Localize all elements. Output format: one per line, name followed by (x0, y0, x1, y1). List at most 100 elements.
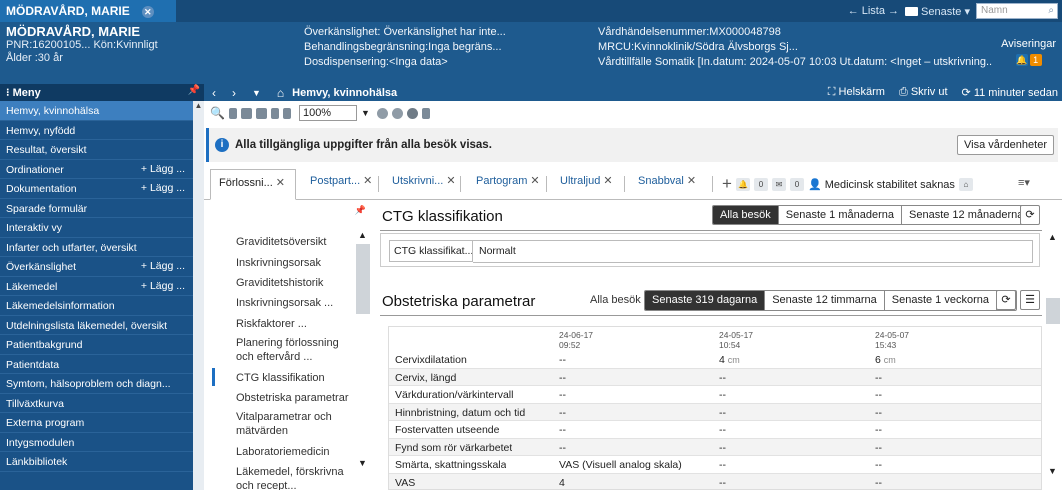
scroll-up-icon[interactable]: ▲ (193, 101, 204, 112)
close-icon[interactable]: ✕ (446, 175, 455, 187)
nav-item[interactable]: Obstetriska parametrar (236, 391, 354, 405)
bell-icon[interactable]: 🔔 (735, 177, 750, 191)
home-icon[interactable]: ⌂ (277, 86, 284, 100)
stability-status[interactable]: 👤 Medicinsk stabilitet saknas (808, 178, 955, 191)
nav-item[interactable]: Riskfaktorer ... (236, 317, 354, 331)
chevron-down-icon[interactable]: ▼ (361, 105, 373, 121)
scroll-thumb[interactable] (356, 244, 370, 314)
zoom-in-icon[interactable] (270, 107, 279, 119)
sidebar-item-patientdata[interactable]: Patientdata (0, 355, 193, 374)
filter-319-days[interactable]: Senaste 319 dagarna (645, 291, 765, 310)
print-icon[interactable] (240, 107, 252, 119)
sidebar-item-lankbibliotek[interactable]: Länkbibliotek (0, 452, 193, 472)
sidebar-item-externa-program[interactable]: Externa program (0, 413, 193, 433)
add-button[interactable]: + Lägg ... (141, 280, 185, 292)
care-occasion[interactable]: Vårdtillfälle Somatik [In.datum: 2024-05… (598, 55, 993, 70)
zoom-select[interactable]: 100% (298, 105, 357, 121)
sidebar-item-dokumentation[interactable]: Dokumentation + Lägg ... (0, 179, 193, 199)
print-button[interactable]: ⎙ Skriv ut (899, 86, 948, 99)
sidebar-item-interaktiv-vy[interactable]: Interaktiv vy (0, 218, 193, 238)
section-nav-scrollbar[interactable]: ▲ ▼ (356, 228, 370, 490)
tab-forlossning[interactable]: Förlossni... ✕ (210, 169, 296, 200)
inbox-icon[interactable]: ✉ (771, 177, 786, 191)
fullscreen-button[interactable]: ⛶ Helskärm (828, 86, 885, 99)
pin-icon[interactable]: 📌 (188, 85, 200, 96)
circle-icon[interactable] (406, 107, 418, 119)
sidebar-item-utdelningslista[interactable]: Utdelningslista läkemedel, översikt (0, 316, 193, 335)
nav-item[interactable]: Inskrivningsorsak (236, 256, 354, 270)
chevron-down-icon[interactable]: ▼ (358, 458, 367, 468)
filter-12-hours[interactable]: Senaste 12 timmarna (764, 291, 884, 310)
tab-menu-icon[interactable]: ≡▾ (1018, 176, 1030, 198)
nav-item[interactable]: Graviditetsöversikt (236, 235, 354, 249)
close-icon[interactable]: ✕ (603, 175, 612, 187)
notifications[interactable]: Aviseringar 🔔 1 (1001, 38, 1056, 66)
nav-item[interactable]: Läkemedel, förskrivna och recept... (236, 465, 354, 490)
filter-1-month[interactable]: Senaste 1 månaderna (777, 206, 902, 224)
tab-snabbval[interactable]: Snabbval ✕ (638, 174, 696, 196)
home-small-icon[interactable] (421, 107, 430, 119)
nav-item[interactable]: Vitalparametrar och mätvärden (236, 410, 354, 438)
close-icon[interactable]: ✕ (530, 175, 539, 187)
add-button[interactable]: + Lägg ... (141, 163, 185, 175)
patient-tab[interactable]: MÖDRAVÅRD, MARIE ✕ (0, 0, 176, 22)
sidebar-item-intygsmodulen[interactable]: Intygsmodulen (0, 433, 193, 452)
all-visits-link[interactable]: Alla besök (590, 294, 641, 306)
hypersensitivity-link[interactable]: Överkänslighet: Överkänslighet har inte.… (304, 25, 514, 40)
main-scrollbar[interactable]: ▲ ▼ (1046, 230, 1060, 490)
show-care-units-button[interactable]: Visa vårdenheter (957, 135, 1054, 155)
sidebar-item-infarter[interactable]: Infarter och utfarter, översikt (0, 238, 193, 257)
sidebar-item-resultat[interactable]: Resultat, översikt (0, 140, 193, 160)
list-nav-link[interactable]: ← Lista → (848, 5, 899, 17)
filter-12-months[interactable]: Senaste 12 månaderna (901, 206, 1031, 224)
tab-utskrivning[interactable]: Utskrivni... ✕ (392, 174, 456, 196)
nav-item-current[interactable]: CTG klassifikation (236, 371, 354, 385)
sidebar-item-symtom[interactable]: Symtom, hälsoproblem och diagn... (0, 374, 193, 394)
nav-item[interactable]: Planering förlossning och eftervård ... (236, 336, 354, 364)
sidebar-item-lakemedelsinformation[interactable]: Läkemedelsinformation (0, 296, 193, 316)
filter-all-visits[interactable]: Alla besök (713, 206, 778, 224)
dose-dispensing-link[interactable]: Dosdispensering:<Inga data> (304, 55, 514, 70)
back-icon[interactable]: ‹ (212, 86, 216, 100)
refresh-icon[interactable]: ⟳ (996, 290, 1016, 310)
sidebar-item-lakemedel[interactable]: Läkemedel + Lägg ... (0, 277, 193, 296)
search-icon[interactable]: ⌕ (1048, 5, 1054, 16)
refresh-icon[interactable]: ⟳ (1020, 205, 1040, 225)
circle-icon[interactable] (391, 107, 403, 119)
add-button[interactable]: + Lägg ... (141, 182, 185, 194)
nav-item[interactable]: Inskrivningsorsak ... (236, 296, 354, 310)
tab-ultraljud[interactable]: Ultraljud ✕ (560, 174, 613, 196)
close-icon[interactable]: ✕ (363, 175, 372, 187)
sidebar-scrollbar[interactable]: ▲ (193, 101, 204, 490)
tab-postpartum[interactable]: Postpart... ✕ (310, 174, 372, 196)
sidebar-item-patientbakgrund[interactable]: Patientbakgrund (0, 335, 193, 355)
binoculars-icon[interactable]: 🔍 (210, 106, 225, 120)
close-icon[interactable]: ✕ (687, 175, 696, 187)
refresh-button[interactable]: ⟳ 11 minuter sedan (962, 86, 1058, 99)
chevron-down-icon[interactable]: ▼ (1048, 466, 1057, 476)
filter-1-week[interactable]: Senaste 1 veckorna (883, 291, 996, 310)
add-tab-icon[interactable]: + (722, 174, 732, 194)
chevron-up-icon[interactable]: ▲ (358, 230, 367, 240)
dropdown-icon[interactable]: ▼ (252, 88, 261, 98)
sidebar-item-overkanslighet[interactable]: Överkänslighet + Lägg ... (0, 257, 193, 277)
tag-icon[interactable]: ⌂ (958, 177, 973, 191)
sidebar-item-tillvaxtkurva[interactable]: Tillväxtkurva (0, 394, 193, 413)
treatment-limit-link[interactable]: Behandlingsbegränsning:Inga begräns... (304, 40, 514, 55)
sidebar-item-ordinationer[interactable]: Ordinationer + Lägg ... (0, 160, 193, 179)
print-preview-icon[interactable] (228, 107, 237, 119)
close-tab-icon[interactable]: ✕ (141, 6, 154, 18)
patient-search-input[interactable]: Namn ⌕ (976, 3, 1058, 19)
sidebar-item-hemvy-kvinnohalsa[interactable]: Hemvy, kvinnohälsa (0, 101, 193, 121)
forward-icon[interactable]: › (232, 86, 236, 100)
sidebar-item-sparade-formular[interactable]: Sparade formulär (0, 199, 193, 218)
nav-item[interactable]: Laboratoriemedicin (236, 445, 354, 459)
chevron-up-icon[interactable]: ▲ (1048, 232, 1057, 242)
tab-partogram[interactable]: Partogram ✕ (476, 174, 540, 196)
close-icon[interactable]: ✕ (276, 177, 285, 189)
sidebar-item-hemvy-nyfodd[interactable]: Hemvy, nyfödd (0, 121, 193, 140)
recent-button[interactable]: Senaste ▾ (905, 5, 970, 18)
zoom-out-icon[interactable] (282, 107, 291, 119)
add-button[interactable]: + Lägg ... (141, 260, 185, 272)
scroll-thumb[interactable] (1046, 298, 1060, 324)
